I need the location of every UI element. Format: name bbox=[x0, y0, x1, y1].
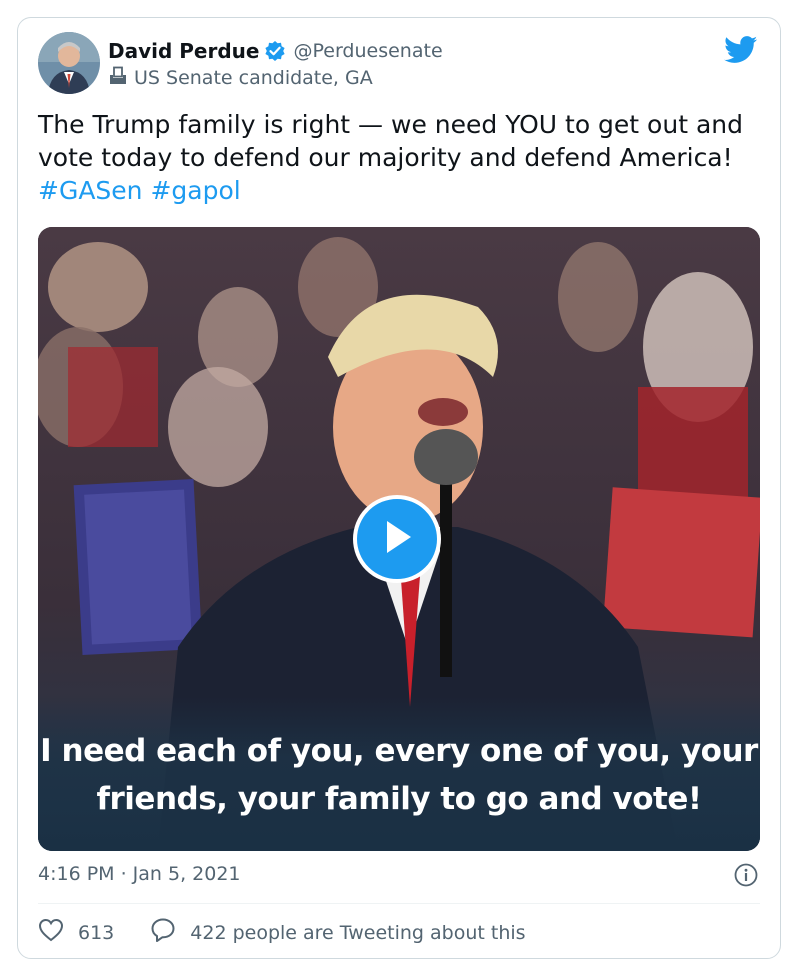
author-name[interactable]: David Perdue bbox=[108, 39, 259, 63]
account-label-text: US Senate candidate, GA bbox=[134, 67, 373, 89]
twitter-bird-icon[interactable] bbox=[724, 36, 758, 68]
tweet-text: The Trump family is right — we need YOU … bbox=[38, 108, 758, 207]
caption-line-2: friends, your family to go and vote! bbox=[96, 781, 702, 817]
ballot-box-icon bbox=[108, 66, 128, 90]
heart-icon bbox=[38, 918, 64, 947]
hashtag-gapol[interactable]: #gapol bbox=[150, 176, 240, 205]
caption-line-1: I need each of you, every one of you, yo… bbox=[40, 733, 758, 769]
like-button[interactable]: 613 bbox=[38, 918, 114, 947]
author-row: David Perdue @Perduesenate bbox=[108, 38, 443, 64]
tweet-card[interactable]: David Perdue @Perduesenate US Senate can… bbox=[17, 17, 781, 959]
like-count: 613 bbox=[78, 921, 115, 944]
action-bar: 613 422 people are Tweeting about this bbox=[38, 917, 526, 948]
video-caption: I need each of you, every one of you, yo… bbox=[38, 727, 760, 823]
account-label: US Senate candidate, GA bbox=[108, 66, 373, 90]
play-icon bbox=[381, 519, 413, 559]
verified-badge-icon bbox=[264, 40, 286, 62]
tweeting-count-text: 422 people are Tweeting about this bbox=[190, 921, 526, 944]
hashtag-gasen[interactable]: #GASen bbox=[38, 176, 143, 205]
avatar[interactable] bbox=[38, 32, 100, 94]
tweet-timestamp[interactable]: 4:16 PM · Jan 5, 2021 bbox=[38, 863, 241, 885]
video-player[interactable]: I need each of you, every one of you, yo… bbox=[38, 227, 760, 851]
tweet-body: The Trump family is right — we need YOU … bbox=[38, 110, 743, 172]
play-button[interactable] bbox=[353, 495, 441, 583]
speech-bubble-icon bbox=[150, 917, 176, 948]
divider bbox=[38, 903, 760, 904]
reply-button[interactable]: 422 people are Tweeting about this bbox=[150, 917, 526, 948]
info-icon[interactable] bbox=[734, 863, 758, 891]
author-handle[interactable]: @Perduesenate bbox=[293, 40, 442, 62]
